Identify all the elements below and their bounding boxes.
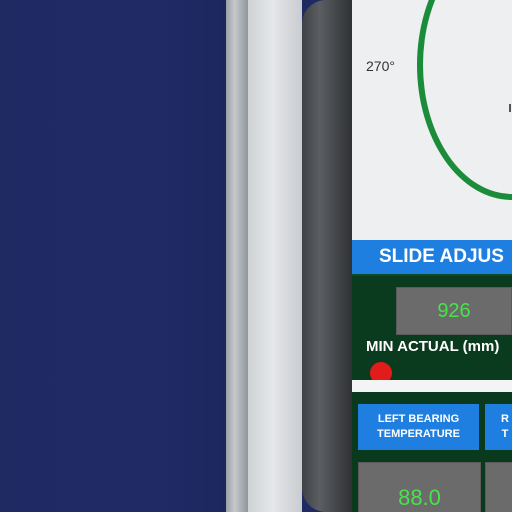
left-bearing-temperature-value: 88.0 [358,462,481,512]
slide-value-display[interactable]: 926 [396,287,512,335]
hmi-screen: 270° SLIDE ADJUS 926 MIN ACTUAL (mm) LEF… [352,0,512,512]
left-bearing-temperature-button[interactable]: LEFT BEARING TEMPERATURE [358,404,479,450]
temperature-panel: LEFT BEARING TEMPERATURE R T 88.0 [352,392,512,512]
right-bearing-label-line1: R [501,413,509,425]
device-bezel-outer [226,0,248,512]
background-panel [0,0,226,512]
left-bearing-label-line1: LEFT BEARING [377,413,460,425]
left-bearing-label-line2: TEMPERATURE [377,428,460,440]
dial-tick-mark [509,104,511,112]
right-bearing-temperature-button[interactable]: R T [485,404,512,450]
slide-adjust-header: SLIDE ADJUS [352,240,512,274]
dial-ring [417,0,512,200]
dial-angle-label: 270° [366,58,395,74]
right-bearing-temperature-value [485,462,512,512]
dial-panel: 270° [352,0,512,240]
device-bezel-middle [248,0,302,512]
right-bearing-label-line2: T [501,428,509,440]
min-actual-label: MIN ACTUAL (mm) [366,338,500,355]
slide-adjust-panel: 926 MIN ACTUAL (mm) [352,274,512,384]
device-bezel-inner [302,0,352,512]
panel-divider [352,380,512,392]
